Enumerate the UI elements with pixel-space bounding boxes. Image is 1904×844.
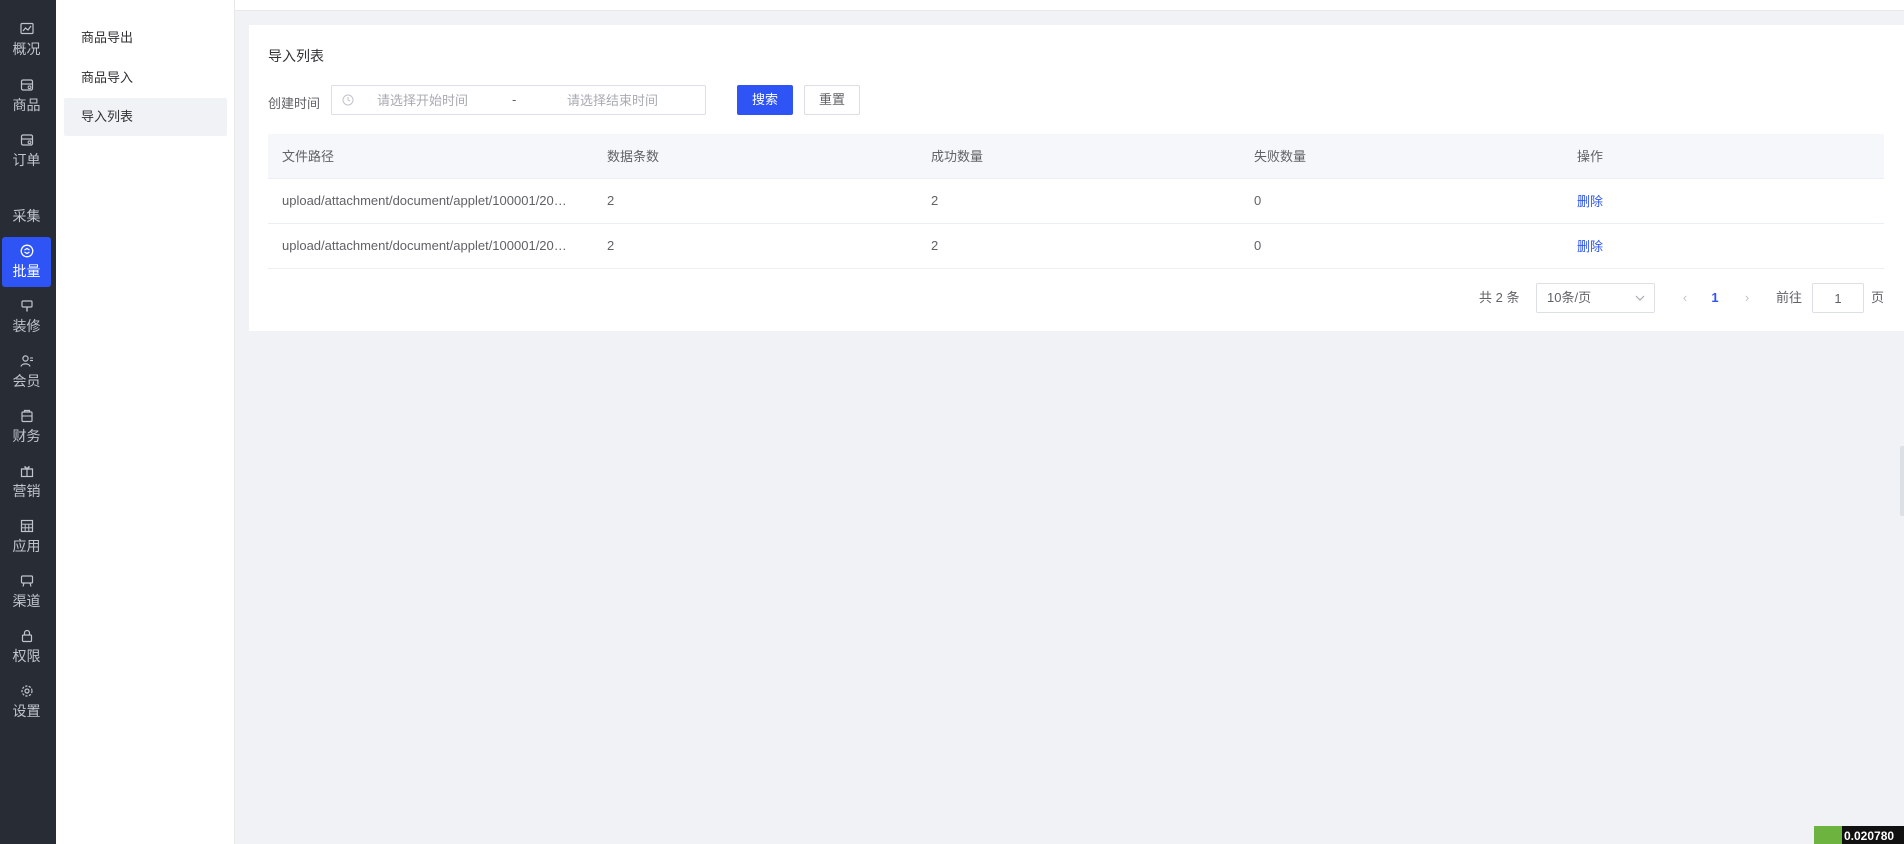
rail-item-label: 设置: [12, 702, 41, 719]
goto-page-input[interactable]: [1812, 283, 1864, 313]
rail-item-collect[interactable]: 采集: [2, 191, 51, 241]
rail-item-overview[interactable]: 概况: [2, 15, 51, 65]
end-date-input[interactable]: [567, 86, 702, 114]
submenu-item-import[interactable]: 商品导入: [64, 59, 227, 97]
chevron-down-icon: [1635, 295, 1645, 301]
rail-item-label: 渠道: [12, 592, 41, 609]
import-table: 文件路径 数据条数 成功数量 失败数量 操作 upload/attachment…: [268, 134, 1884, 269]
channel-icon: [20, 574, 33, 587]
delete-link[interactable]: 删除: [1577, 239, 1603, 254]
gear-icon: [20, 684, 33, 697]
rail-item-label: 商品: [12, 96, 41, 113]
rail-item-settings[interactable]: 设置: [2, 677, 51, 727]
pagination: 共 2 条 10条/页 ‹ 1 › 前往 页: [249, 282, 1904, 314]
prev-page-button[interactable]: ‹: [1677, 282, 1693, 314]
cell-fail: 0: [1240, 178, 1563, 224]
rail-item-label: 订单: [12, 151, 41, 168]
rail-item-member[interactable]: 会员: [2, 347, 51, 397]
rail-item-label: 权限: [12, 647, 41, 664]
main-nav-rail: 概况 商品 订单 采集 批量 装修 会员 财务 营销 应用 渠道 权限 设置: [0, 0, 56, 844]
column-header-count: 数据条数: [593, 134, 917, 179]
cell-action: 删除: [1563, 223, 1884, 269]
table-row: upload/attachment/document/applet/100001…: [268, 178, 1884, 224]
rail-item-channel[interactable]: 渠道: [2, 567, 51, 617]
column-header-file-path: 文件路径: [268, 134, 593, 179]
page-size-select[interactable]: 10条/页: [1536, 283, 1655, 313]
goto-label: 前往: [1776, 290, 1803, 305]
submenu-item-import-list[interactable]: 导入列表: [64, 98, 227, 136]
cell-success: 2: [917, 223, 1240, 269]
leaf-logo-icon: [1814, 826, 1842, 844]
page-title: 导入列表: [268, 48, 324, 64]
cell-success: 2: [917, 178, 1240, 224]
rail-item-batch[interactable]: 批量: [2, 237, 51, 287]
column-header-success: 成功数量: [917, 134, 1240, 179]
rail-item-label: 营销: [12, 482, 41, 499]
batch-icon: [20, 244, 33, 257]
floating-widget-text: 0.020780: [1844, 829, 1895, 843]
lock-icon: [21, 629, 32, 642]
reset-button[interactable]: 重置: [804, 85, 860, 115]
delete-link[interactable]: 删除: [1577, 194, 1603, 209]
import-list-card: 导入列表 创建时间 - 搜索 重置 文件路径 数据条数 成功数量 失败数量 操作…: [249, 25, 1904, 331]
cell-file-path: upload/attachment/document/applet/100001…: [268, 223, 593, 269]
cell-action: 删除: [1563, 178, 1884, 224]
submenu-item-export[interactable]: 商品导出: [64, 19, 227, 57]
order-icon: [20, 133, 33, 146]
next-page-button[interactable]: ›: [1739, 282, 1755, 314]
app-grid-icon: [20, 519, 33, 532]
range-separator: -: [512, 92, 517, 107]
rail-item-label: 会员: [12, 372, 41, 389]
gift-icon: [20, 465, 33, 477]
column-header-fail: 失败数量: [1240, 134, 1563, 179]
pagination-total: 共 2 条: [1479, 290, 1520, 305]
rail-item-label: 批量: [12, 262, 41, 279]
rail-item-decorate[interactable]: 装修: [2, 292, 51, 342]
cell-count: 2: [593, 178, 917, 224]
batch-submenu: 商品导出 商品导入 导入列表: [56, 0, 235, 844]
cell-count: 2: [593, 223, 917, 269]
rail-item-apps[interactable]: 应用: [2, 512, 51, 562]
top-header: [235, 0, 1904, 11]
finance-icon: [20, 409, 33, 422]
clock-icon: [342, 94, 354, 106]
side-drawer-handle[interactable]: [1900, 446, 1904, 516]
rail-item-goods[interactable]: 商品: [2, 71, 51, 121]
rail-item-marketing[interactable]: 营销: [2, 457, 51, 507]
rail-item-label: 采集: [12, 208, 41, 224]
date-range-picker[interactable]: -: [331, 85, 706, 115]
rail-item-label: 装修: [12, 317, 41, 334]
column-header-action: 操作: [1563, 134, 1884, 179]
table-header-row: 文件路径 数据条数 成功数量 失败数量 操作: [268, 134, 1884, 179]
start-date-input[interactable]: [377, 86, 527, 114]
created-time-label: 创建时间: [268, 96, 321, 111]
floating-widget[interactable]: 0.020780: [1814, 826, 1904, 844]
page-size-value: 10条/页: [1547, 290, 1592, 305]
member-icon: [19, 354, 33, 367]
decorate-icon: [20, 299, 33, 311]
rail-item-label: 财务: [12, 427, 41, 444]
rail-item-orders[interactable]: 订单: [2, 126, 51, 176]
rail-item-finance[interactable]: 财务: [2, 402, 51, 452]
page-number-current[interactable]: 1: [1705, 282, 1725, 314]
search-button[interactable]: 搜索: [737, 85, 793, 115]
rail-item-label: 概况: [12, 40, 41, 57]
chart-icon: [19, 22, 34, 34]
cell-fail: 0: [1240, 223, 1563, 269]
goods-icon: [20, 78, 33, 91]
page-suffix-label: 页: [1871, 290, 1885, 305]
cell-file-path: upload/attachment/document/applet/100001…: [268, 178, 593, 224]
rail-item-permission[interactable]: 权限: [2, 622, 51, 672]
table-row: upload/attachment/document/applet/100001…: [268, 223, 1884, 269]
rail-item-label: 应用: [12, 537, 41, 554]
